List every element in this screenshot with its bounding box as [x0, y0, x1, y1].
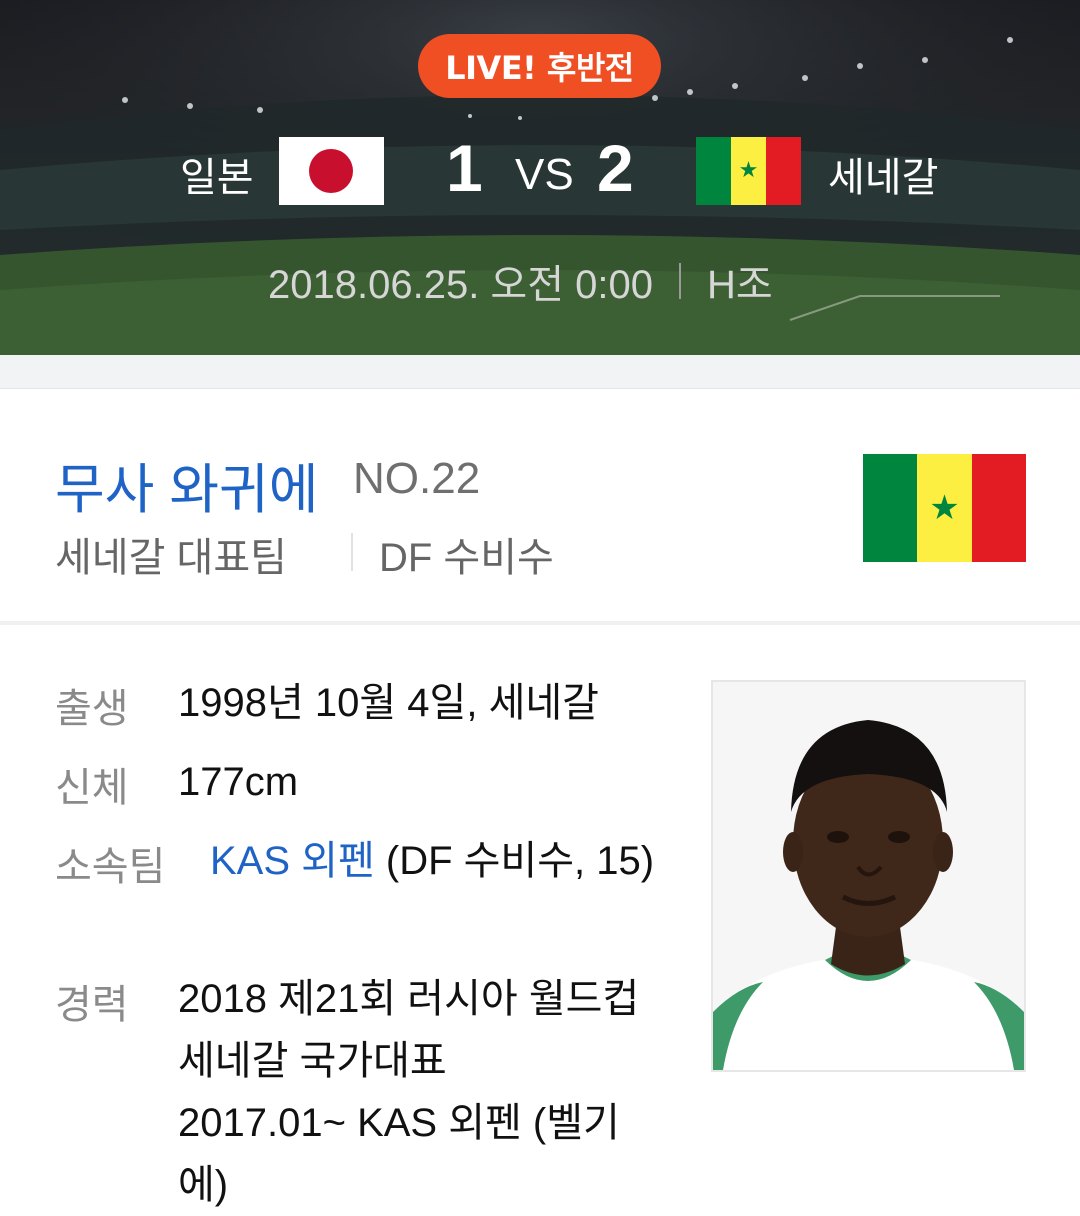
- home-score: 1: [446, 131, 483, 205]
- birth-value: 1998년 10월 4일, 세네갈: [178, 681, 599, 725]
- career-item: 2017.01~ KAS 외펜 (벨기에): [178, 1101, 620, 1207]
- live-status-badge: LIVE! 후반전: [418, 34, 661, 98]
- career-label: 경력: [55, 983, 129, 1027]
- away-score: 2: [597, 131, 634, 205]
- senegal-flag-icon: ★: [863, 454, 1026, 562]
- player-photo: [711, 680, 1026, 1072]
- section-divider: [0, 621, 1080, 625]
- player-portrait-image: [713, 682, 1024, 1070]
- vs-label: VS: [515, 150, 574, 199]
- club-detail: (DF 수비수, 15): [374, 839, 655, 883]
- club-link[interactable]: KAS 외펜: [210, 839, 375, 883]
- match-info: 2018.06.25. 오전 0:00 H조: [268, 252, 773, 310]
- senegal-flag-icon[interactable]: ★: [696, 137, 801, 205]
- career-item: 2018 제21회 러시아 월드컵 세네갈 국가대표: [178, 977, 640, 1083]
- home-team-name[interactable]: 일본: [180, 145, 254, 203]
- match-group: H조: [707, 263, 773, 307]
- away-team-name[interactable]: 세네갈: [828, 145, 938, 203]
- match-header[interactable]: LIVE! 후반전 일본 1 VS 2 ★ 세네갈 2018.06.25. 오전…: [0, 0, 1080, 355]
- player-number: NO.22: [353, 454, 481, 503]
- career-value: 2018 제21회 러시아 월드컵 세네갈 국가대표 2017.01~ KAS …: [178, 968, 668, 1216]
- player-name: 무사 와귀에: [55, 460, 319, 520]
- club-label: 소속팀: [55, 845, 166, 889]
- section-gap: [0, 355, 1080, 389]
- body-value: 177cm: [178, 760, 299, 804]
- player-national-team: 세네갈 대표팀: [55, 536, 287, 580]
- info-divider: [679, 263, 681, 299]
- club-value: KAS 외펜 (DF 수비수, 15): [210, 830, 660, 892]
- match-datetime: 2018.06.25. 오전 0:00: [268, 263, 653, 307]
- japan-flag-icon[interactable]: [279, 137, 384, 205]
- birth-label: 출생: [55, 687, 129, 731]
- team-position-divider: [351, 533, 353, 571]
- body-label: 신체: [55, 766, 129, 810]
- player-position: DF 수비수: [379, 536, 554, 580]
